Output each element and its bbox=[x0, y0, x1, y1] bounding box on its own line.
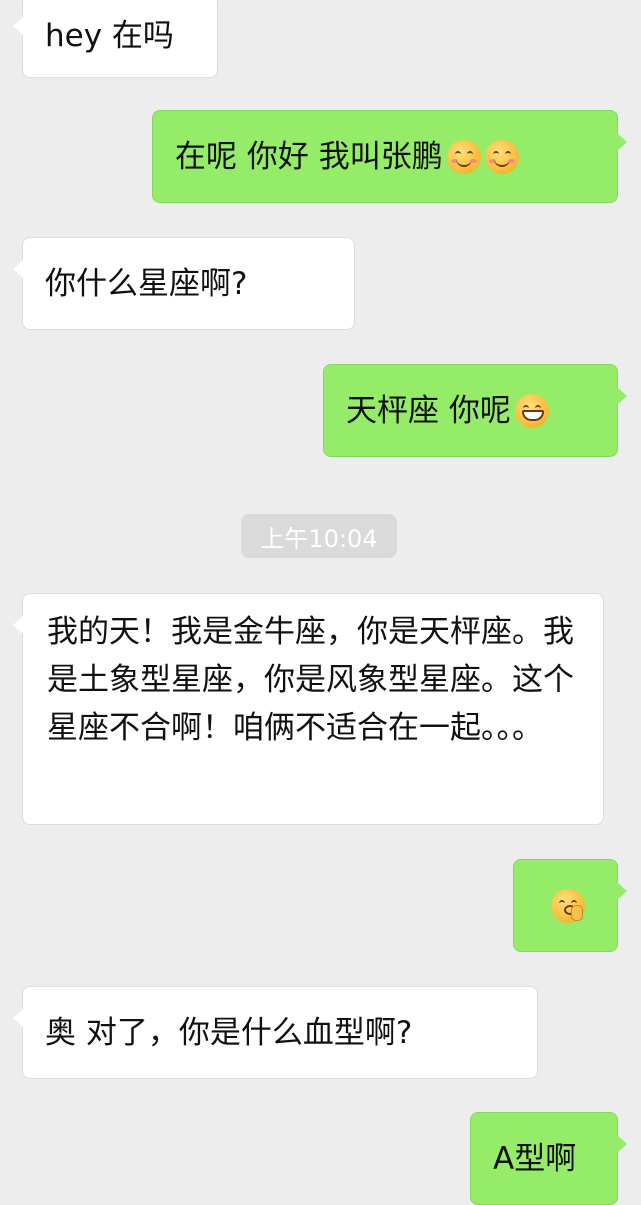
message-bubble-incoming[interactable]: 你什么星座啊? bbox=[13, 237, 355, 330]
message-text: 天枰座 你呢 bbox=[346, 392, 511, 429]
message-bubble-outgoing[interactable] bbox=[513, 859, 627, 952]
message-text: hey 在吗 bbox=[45, 18, 174, 54]
message-bubble-incoming[interactable]: 我的天！我是金牛座，你是天枰座。我是土象型星座，你是风象型星座。这个星座不合啊！… bbox=[13, 593, 604, 825]
message-bubble-outgoing[interactable]: 在呢 你好 我叫张鹏 bbox=[152, 110, 627, 203]
message-bubble-outgoing[interactable]: 天枰座 你呢 bbox=[323, 364, 627, 457]
message-bubble-outgoing[interactable]: A型啊 bbox=[470, 1112, 627, 1205]
grin-emoji-icon bbox=[514, 393, 549, 428]
shushing-emoji-icon bbox=[550, 888, 585, 923]
message-text: 你什么星座啊? bbox=[45, 265, 248, 302]
message-timestamp: 上午10:04 bbox=[241, 514, 397, 558]
message-text: 奥 对了，你是什么血型啊? bbox=[45, 1014, 413, 1051]
smile-emoji-icon bbox=[484, 139, 519, 174]
message-text: A型啊 bbox=[493, 1140, 577, 1177]
message-bubble-incoming[interactable]: hey 在吗 bbox=[13, 0, 218, 78]
message-text: 我的天！我是金牛座，你是天枰座。我是土象型星座，你是风象型星座。这个星座不合啊！… bbox=[47, 614, 574, 746]
smile-emoji-icon bbox=[446, 139, 481, 174]
message-text: 在呢 你好 我叫张鹏 bbox=[175, 138, 443, 175]
message-bubble-incoming[interactable]: 奥 对了，你是什么血型啊? bbox=[13, 986, 538, 1079]
